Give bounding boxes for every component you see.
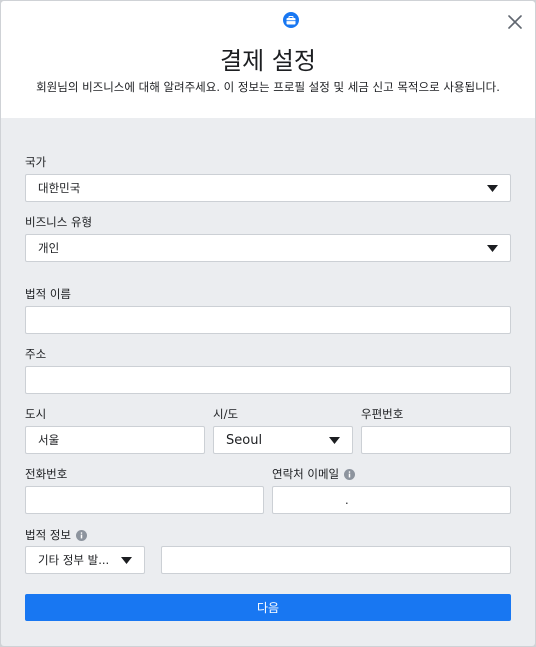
postal-code-label-text: 우편번호 <box>361 407 404 421</box>
contact-email-label-text: 연락처 이메일 <box>272 467 340 481</box>
legal-info-label-text: 법적 정보 <box>25 528 71 542</box>
payment-settings-dialog: 결제 설정 회원님의 비즈니스에 대해 알려주세요. 이 정보는 프로필 설정 … <box>1 1 535 646</box>
business-type-select[interactable]: 개인 <box>25 234 511 262</box>
contact-email-label: 연락처 이메일 <box>272 466 356 482</box>
caret-down-icon <box>329 436 340 444</box>
phone-label-text: 전화번호 <box>25 467 68 481</box>
country-label: 국가 <box>25 154 46 170</box>
city-label: 도시 <box>25 406 46 422</box>
contact-email-value: . <box>345 493 349 507</box>
legal-name-label-text: 법적 이름 <box>25 287 71 301</box>
city-input[interactable]: 서울 <box>25 426 205 454</box>
province-select[interactable]: Seoul <box>213 426 353 454</box>
legal-id-input[interactable] <box>161 546 511 574</box>
postal-code-label: 우편번호 <box>361 406 403 422</box>
caret-down-icon <box>487 184 498 192</box>
legal-info-label: 법적 정보 <box>25 527 87 543</box>
country-value: 대한민국 <box>38 181 81 195</box>
legal-name-label: 법적 이름 <box>25 286 71 302</box>
caret-down-icon <box>487 244 498 252</box>
info-icon[interactable] <box>344 468 356 480</box>
legal-id-type-select[interactable]: 기타 정부 발... <box>25 546 145 574</box>
province-label-text: 시/도 <box>213 407 239 421</box>
info-icon[interactable] <box>75 529 87 541</box>
country-select[interactable]: 대한민국 <box>25 174 511 202</box>
business-type-label-text: 비즈니스 유형 <box>25 215 93 229</box>
city-value: 서울 <box>38 433 60 447</box>
postal-code-input[interactable] <box>361 426 511 454</box>
address-label-text: 주소 <box>25 347 47 361</box>
phone-label: 전화번호 <box>25 466 67 482</box>
dialog-subtitle: 회원님의 비즈니스에 대해 알려주세요. 이 정보는 프로필 설정 및 세금 신… <box>36 80 500 94</box>
city-label-text: 도시 <box>25 407 47 421</box>
caret-down-icon <box>121 556 132 564</box>
briefcase-icon <box>281 10 301 30</box>
business-type-value: 개인 <box>38 241 60 255</box>
next-button[interactable]: 다음 <box>25 594 511 621</box>
legal-name-input[interactable] <box>25 306 511 334</box>
province-value: Seoul <box>226 432 263 448</box>
business-type-label: 비즈니스 유형 <box>25 214 92 230</box>
dialog-title: 결제 설정 <box>220 47 316 75</box>
province-label: 시/도 <box>213 406 238 422</box>
contact-email-input[interactable]: . <box>272 486 511 514</box>
address-label: 주소 <box>25 346 46 362</box>
legal-id-type-value: 기타 정부 발... <box>38 553 110 567</box>
address-input[interactable] <box>25 366 511 394</box>
country-label-text: 국가 <box>25 155 47 169</box>
phone-input[interactable] <box>25 486 264 514</box>
dialog-header: 결제 설정 회원님의 비즈니스에 대해 알려주세요. 이 정보는 프로필 설정 … <box>1 1 535 118</box>
close-icon[interactable] <box>506 13 524 31</box>
